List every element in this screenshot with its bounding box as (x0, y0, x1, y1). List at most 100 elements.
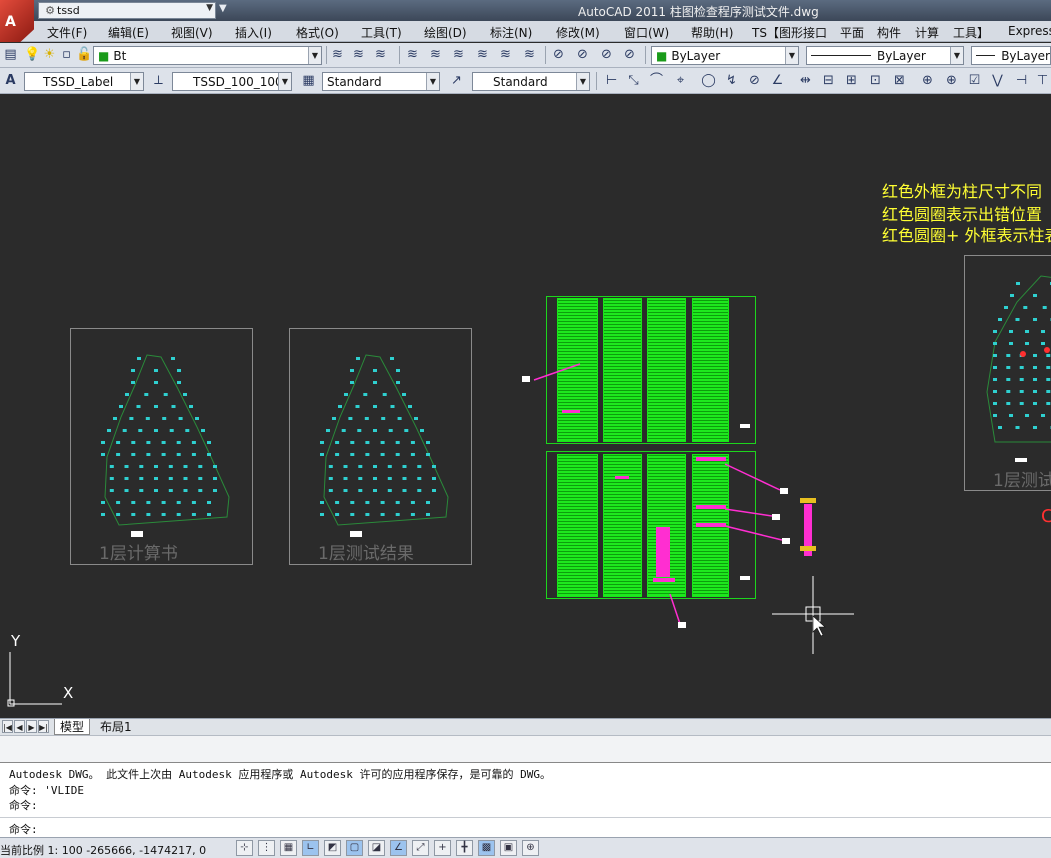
lineweight-toggle-icon[interactable]: + (434, 840, 451, 856)
layer-previous-icon[interactable]: ≋ (350, 46, 367, 63)
menu-draw[interactable]: 绘图(D) (424, 24, 467, 41)
multileader-style-icon[interactable]: ↗ (448, 72, 465, 89)
menu-calc[interactable]: 计算 (915, 24, 939, 41)
menu-ts-interface[interactable]: TS【图形接口 (752, 24, 827, 41)
transparency-icon[interactable]: ╋ (456, 840, 473, 856)
ordinate-dimension-icon[interactable]: ⌖ (672, 72, 689, 89)
layer-freeze-icon[interactable]: ▫ (58, 46, 75, 63)
annotation-monitor-icon[interactable]: ⊕ (522, 840, 539, 856)
layer-unlock-icon[interactable]: ⊘ (574, 46, 591, 63)
menu-edit[interactable]: 编辑(E) (108, 24, 149, 41)
menu-help[interactable]: 帮助(H) (691, 24, 733, 41)
color-select[interactable]: ■ ByLayer ▼ (651, 46, 799, 65)
horizontal-scrollbar[interactable] (0, 735, 1051, 762)
aligned-dimension-icon[interactable]: ⤡ (625, 72, 642, 89)
center-mark-icon[interactable]: ⊕ (943, 72, 960, 89)
menu-tools[interactable]: 工具(T) (361, 24, 402, 41)
snap-mode-icon[interactable]: ⊹ (236, 840, 253, 856)
command-input[interactable]: 命令: (0, 817, 1051, 837)
workspace-select[interactable]: ⚙ tssd ▼ (38, 2, 216, 19)
jogged-linear-icon[interactable]: ⋁ (989, 72, 1006, 89)
table-style-select[interactable]: Standard ▼ (322, 72, 440, 91)
table-style-icon[interactable]: ▦ (300, 72, 317, 89)
layer-match-icon[interactable]: ≋ (404, 46, 421, 63)
last-tab-button[interactable]: ▶| (38, 720, 49, 733)
tab-layout1[interactable]: 布局1 (95, 719, 137, 735)
column-point (408, 405, 412, 408)
layer-delete-icon[interactable]: ⊘ (621, 46, 638, 63)
sun-icon[interactable]: ☀ (41, 46, 58, 63)
column-point (395, 501, 400, 504)
dynamic-input-icon[interactable]: ⤢ (412, 840, 429, 856)
layer-select[interactable]: ■ Bt ▼ (93, 46, 322, 65)
column-point (154, 381, 158, 384)
tolerance-icon[interactable]: ⊕ (919, 72, 936, 89)
polar-tracking-icon[interactable]: ∟ (302, 840, 319, 856)
dimension-break-icon[interactable]: ⊠ (891, 72, 908, 89)
frame-label-calc: 1层计算书 (99, 544, 178, 564)
text-style-select[interactable]: TSSD_Label ▼ (24, 72, 144, 91)
make-current-icon[interactable]: ≋ (329, 46, 346, 63)
dim-style-select[interactable]: TSSD_100_100 ▼ (172, 72, 292, 91)
diameter-dimension-icon[interactable]: ⊘ (746, 72, 763, 89)
layer-unisolate-icon[interactable]: ≋ (474, 46, 491, 63)
lineweight-select[interactable]: ByLayer (971, 46, 1051, 65)
3d-object-snap-icon[interactable]: ▢ (346, 840, 363, 856)
grid-display-icon[interactable]: ⋮ (258, 840, 275, 856)
multileader-style-select[interactable]: Standard ▼ (472, 72, 590, 91)
column-point (350, 453, 355, 456)
text-style-icon[interactable]: A (2, 72, 19, 89)
menu-insert[interactable]: 插入(I) (235, 24, 272, 41)
arc-length-icon[interactable]: ⌒ (648, 72, 665, 89)
object-snap-tracking-icon[interactable]: ◪ (368, 840, 385, 856)
baseline-dimension-icon[interactable]: ⊟ (820, 72, 837, 89)
menu-tools-ts[interactable]: 工具】 (953, 24, 989, 41)
menu-dimension[interactable]: 标注(N) (490, 24, 532, 41)
menu-plane[interactable]: 平面 (840, 24, 864, 41)
first-tab-button[interactable]: |◀ (2, 720, 13, 733)
dim-style-icon[interactable]: ⟂ (150, 72, 167, 89)
inspection-icon[interactable]: ☑ (966, 72, 983, 89)
column-point (1046, 390, 1051, 393)
workspace-value: tssd (57, 4, 80, 17)
layer-change-icon[interactable]: ≋ (427, 46, 444, 63)
menu-express[interactable]: Express (1008, 24, 1051, 38)
linear-dimension-icon[interactable]: ⊢ (603, 72, 620, 89)
menu-component[interactable]: 构件 (877, 24, 901, 41)
object-snap-icon[interactable]: ◩ (324, 840, 341, 856)
menu-file[interactable]: 文件(F) (47, 24, 87, 41)
dimension-text-edit-icon[interactable]: ⊤ (1034, 72, 1051, 89)
linetype-select[interactable]: ByLayer ▼ (806, 46, 964, 65)
column-point (1019, 366, 1024, 369)
menu-modify[interactable]: 修改(M) (556, 24, 600, 41)
ortho-mode-icon[interactable]: ▦ (280, 840, 297, 856)
next-tab-button[interactable]: ▶ (26, 720, 37, 733)
lock-icon[interactable]: 🔓 (76, 46, 93, 63)
drawing-area[interactable]: 红色外框为柱尺寸不同 红色圆圈表示出错位置 红色圆圈+ 外框表示柱表 1层计算书… (0, 94, 1051, 718)
quick-properties-icon[interactable]: ▩ (478, 840, 495, 856)
layer-lock-icon[interactable]: ⊘ (550, 46, 567, 63)
layer-manager-icon[interactable]: ▤ (2, 46, 19, 63)
layer-state-icon[interactable]: ≋ (372, 46, 389, 63)
angular-dimension-icon[interactable]: ∠ (769, 72, 786, 89)
layer-freeze-tool-icon[interactable]: ≋ (521, 46, 538, 63)
radius-dimension-icon[interactable]: ◯ (700, 72, 717, 89)
prev-tab-button[interactable]: ◀ (14, 720, 25, 733)
dynamic-ucs-icon[interactable]: ∠ (390, 840, 407, 856)
bulb-icon[interactable]: 💡 (24, 46, 41, 63)
layer-isolate-icon[interactable]: ≋ (450, 46, 467, 63)
layer-merge-icon[interactable]: ⊘ (598, 46, 615, 63)
quick-dimension-icon[interactable]: ⇹ (797, 72, 814, 89)
menu-window[interactable]: 窗口(W) (624, 24, 669, 41)
layer-off-icon[interactable]: ≋ (497, 46, 514, 63)
column-point (116, 513, 121, 516)
continue-dimension-icon[interactable]: ⊞ (843, 72, 860, 89)
jogged-dimension-icon[interactable]: ↯ (723, 72, 740, 89)
menu-format[interactable]: 格式(O) (296, 24, 339, 41)
dimension-space-icon[interactable]: ⊡ (867, 72, 884, 89)
selection-cycling-icon[interactable]: ▣ (500, 840, 517, 856)
quick-access-dropdown-icon[interactable]: ▼ (219, 3, 227, 14)
menu-view[interactable]: 视图(V) (171, 24, 213, 41)
dimension-edit-icon[interactable]: ⊣ (1013, 72, 1030, 89)
tab-model[interactable]: 模型 (54, 719, 91, 735)
